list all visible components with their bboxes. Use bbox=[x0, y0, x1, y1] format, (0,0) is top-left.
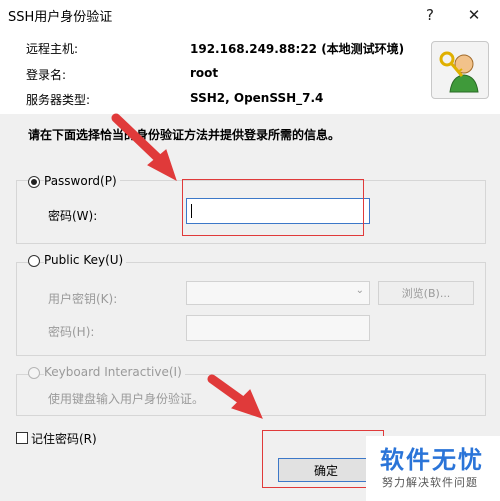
annotation-box-password bbox=[182, 179, 364, 236]
user-key-select[interactable]: ⌄ bbox=[186, 281, 370, 305]
keyboard-interactive-label[interactable]: Keyboard Interactive(I) bbox=[44, 365, 185, 379]
password-radio-label[interactable]: Password(P) bbox=[44, 174, 120, 188]
server-type-label: 服务器类型: bbox=[26, 93, 91, 107]
remember-password-label[interactable]: 记住密码(R) bbox=[31, 430, 97, 447]
keyboard-interactive-description: 使用键盘输入用户身份验证。 bbox=[48, 392, 205, 406]
ssh-auth-dialog: SSH用户身份验证 ? ✕ 远程主机: 192.168.249.88:22 (本… bbox=[0, 0, 500, 501]
keyboard-interactive-radio[interactable] bbox=[28, 367, 40, 379]
password-radio[interactable] bbox=[28, 176, 40, 188]
public-key-group bbox=[16, 262, 486, 356]
host-label: 远程主机: bbox=[26, 42, 79, 56]
server-type-value: SSH2, OpenSSH_7.4 bbox=[190, 91, 324, 105]
help-button[interactable]: ? bbox=[416, 3, 444, 27]
passphrase-input[interactable] bbox=[186, 315, 370, 341]
user-key-icon bbox=[431, 41, 489, 99]
browse-button[interactable]: 浏览(B)... bbox=[378, 281, 474, 305]
passphrase-label: 密码(H): bbox=[48, 325, 95, 339]
public-key-radio[interactable] bbox=[28, 255, 40, 267]
login-label: 登录名: bbox=[26, 68, 67, 82]
title-bar: SSH用户身份验证 ? ✕ bbox=[0, 0, 500, 30]
instruction-text: 请在下面选择恰当的身份验证方法并提供登录所需的信息。 bbox=[28, 128, 341, 142]
login-value: root bbox=[190, 66, 219, 80]
host-value: 192.168.249.88:22 (本地测试环境) bbox=[190, 42, 405, 56]
watermark-subtitle: 努力解决软件问题 bbox=[382, 476, 478, 489]
user-key-label: 用户密钥(K): bbox=[48, 292, 118, 306]
public-key-radio-label[interactable]: Public Key(U) bbox=[44, 253, 127, 267]
window-title: SSH用户身份验证 bbox=[8, 10, 113, 25]
password-field-label: 密码(W): bbox=[48, 209, 98, 223]
close-button[interactable]: ✕ bbox=[460, 3, 488, 27]
watermark-title: 软件无忧 bbox=[380, 446, 484, 474]
remember-password-checkbox[interactable] bbox=[16, 432, 28, 444]
chevron-down-icon: ⌄ bbox=[355, 285, 364, 296]
